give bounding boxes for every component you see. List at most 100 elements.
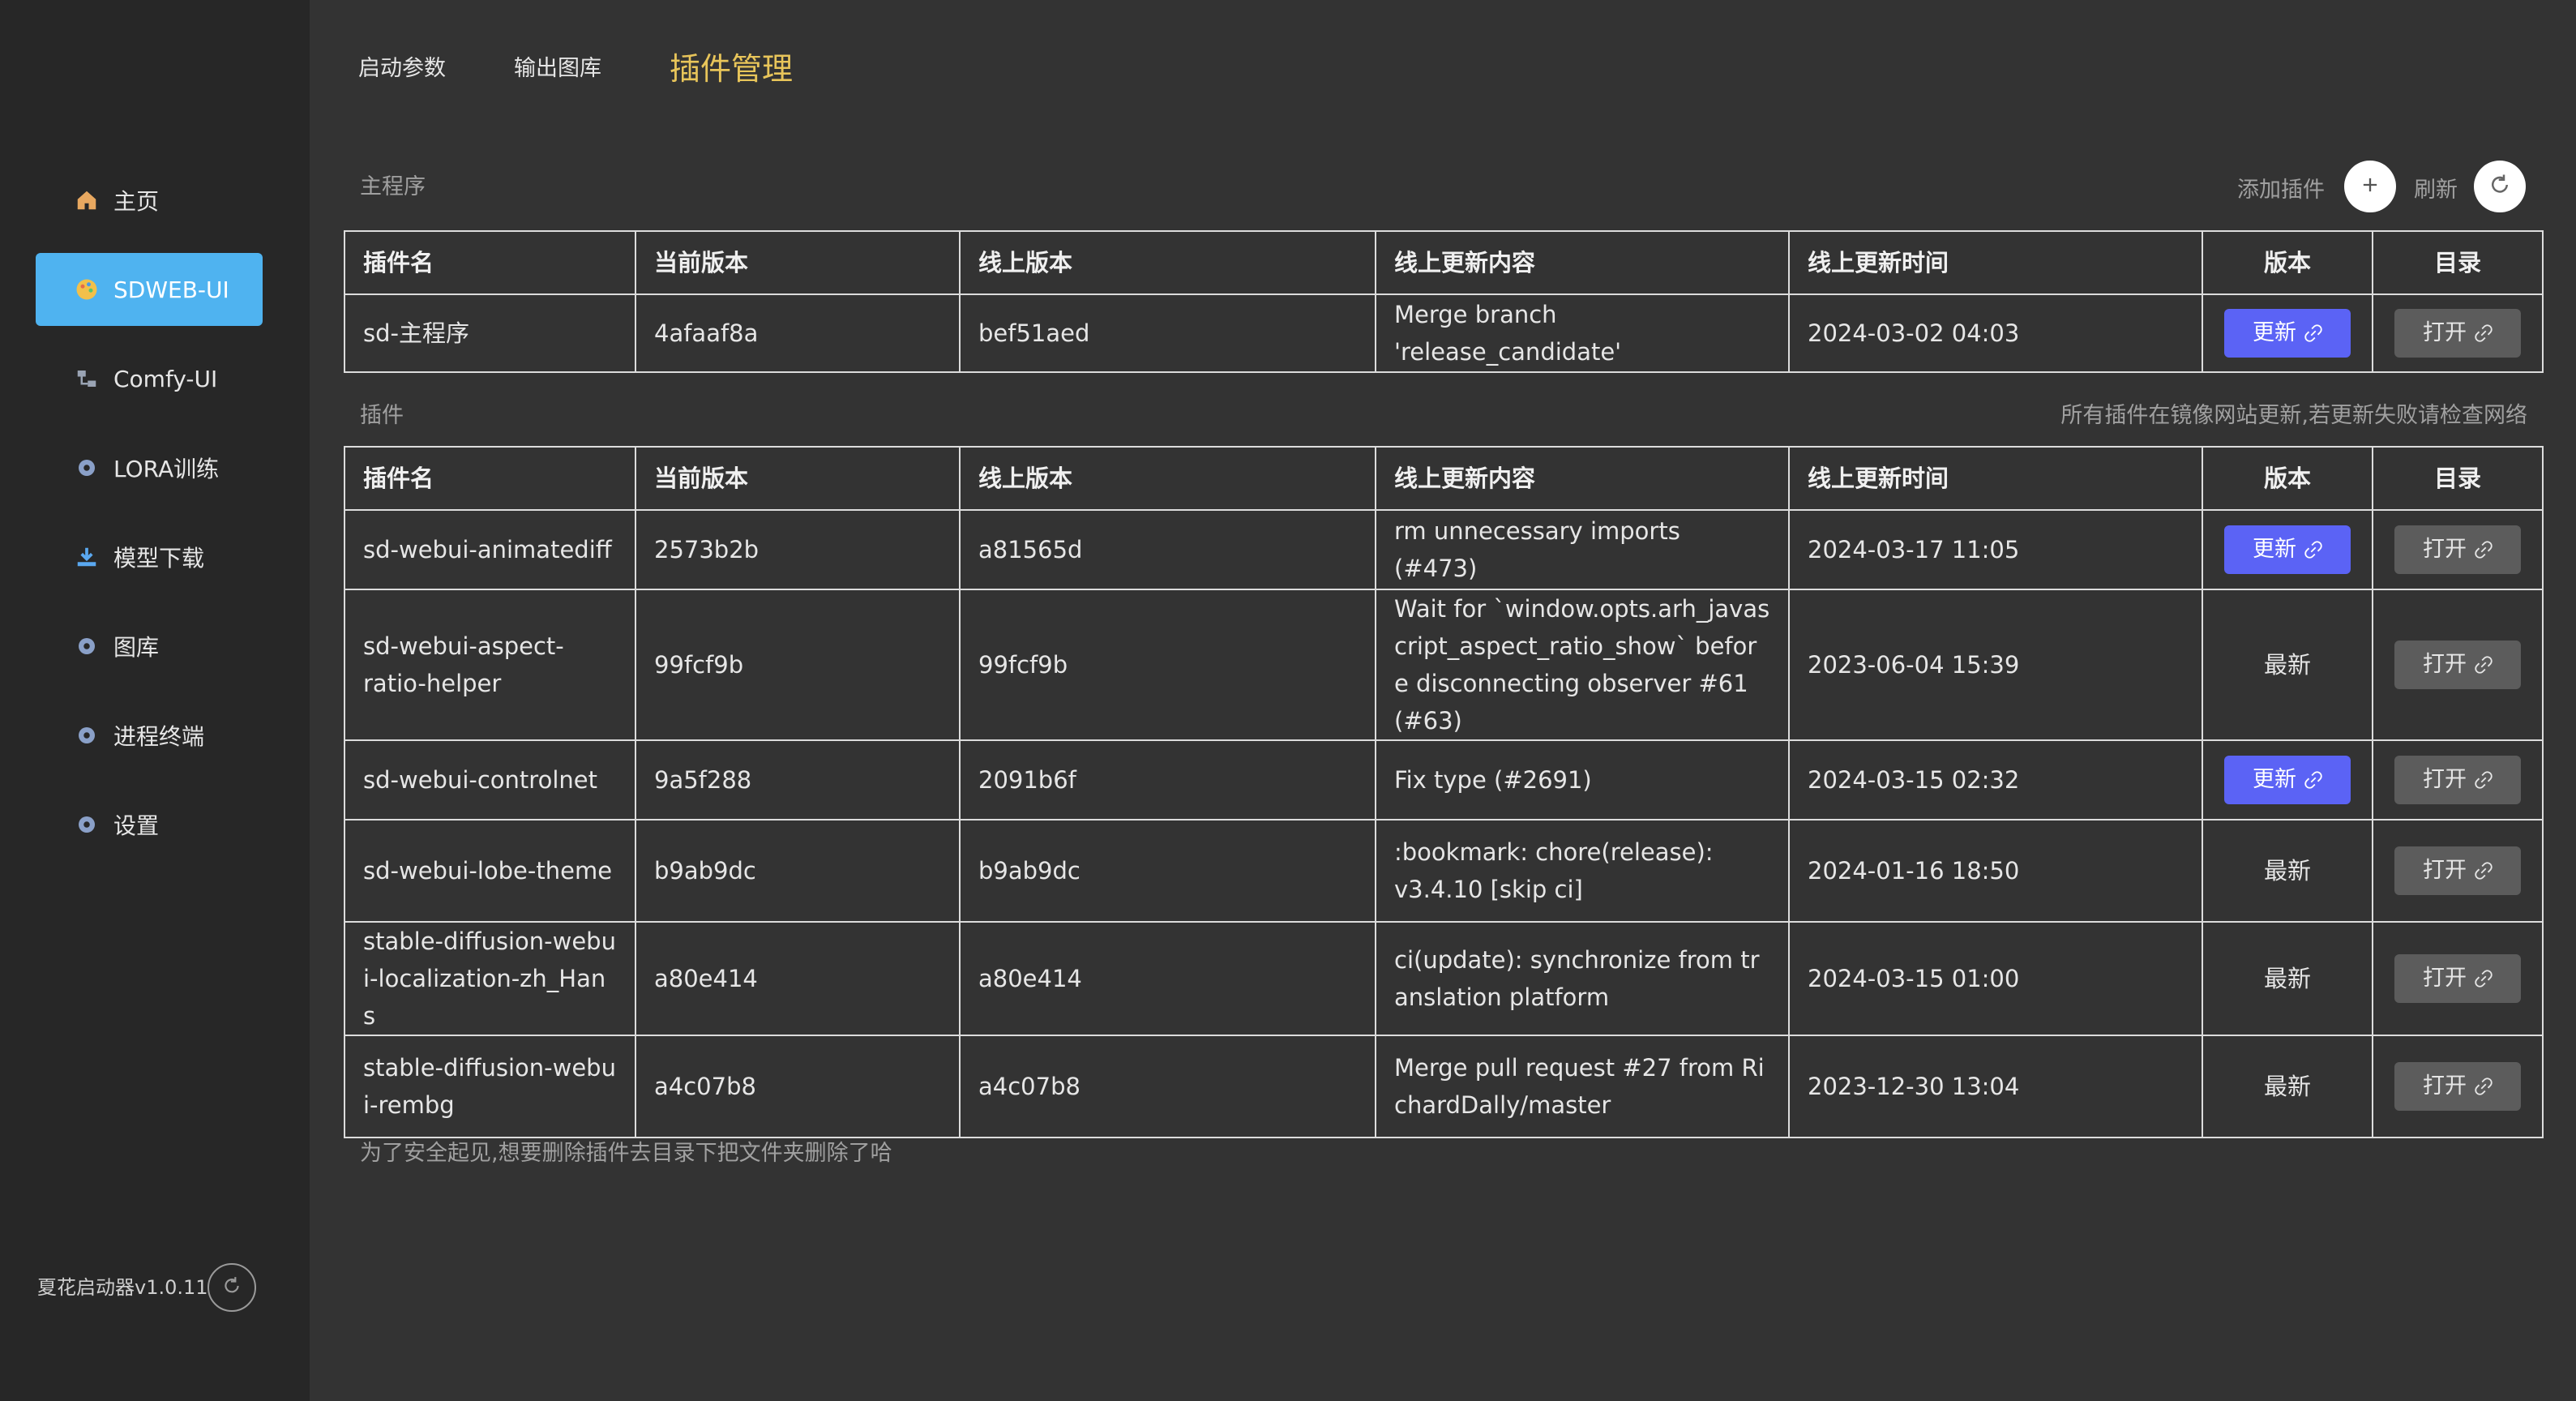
table-row: stable-diffusion-webui-localization-zh_H… [344,921,2544,1036]
link-icon [2304,541,2322,559]
link-icon [2475,656,2493,674]
online-version: a4c07b8 [959,1035,1376,1138]
column-header: 线上更新内容 [1375,230,1790,295]
sidebar-item-terminal[interactable]: 进程终端 [36,699,263,772]
current-version: a80e414 [635,921,961,1036]
palette-icon [73,276,101,303]
update-time: 2024-01-16 18:50 [1788,819,2203,923]
sidebar-item-gallery[interactable]: 图库 [36,610,263,683]
online-version: b9ab9dc [959,819,1376,923]
update-content: Fix type (#2691) [1375,739,1790,820]
update-content: Wait for `window.opts.arh_javascript_asp… [1375,589,1790,741]
sidebar-item-label: 模型下载 [113,545,205,572]
version-cell: 更新 [2202,509,2373,590]
update-button-label: 更新 [2253,320,2296,345]
directory-cell: 打开 [2372,921,2544,1036]
sidebar-item-settings[interactable]: 设置 [36,788,263,861]
sidebar-item-comfy-ui[interactable]: Comfy-UI [36,342,263,415]
link-icon [2475,324,2493,342]
plugin-section-title: 插件 [360,403,404,428]
version-status: 最新 [2202,921,2373,1036]
plugin-name: sd-webui-controlnet [344,739,636,820]
update-content: rm unnecessary imports (#473) [1375,509,1790,590]
update-content: Merge pull request #27 from RichardDally… [1375,1035,1790,1138]
sidebar-item-label: 主页 [113,188,160,215]
main-program-table: 插件名 当前版本 线上版本 线上更新内容 线上更新时间 版本 目录 sd-主程序… [344,230,2544,373]
gear-icon [73,722,101,749]
column-header: 版本 [2202,446,2373,511]
refresh-button[interactable] [2474,161,2526,212]
sidebar-item-label: 图库 [113,634,160,661]
gear-icon [73,632,101,660]
open-button-label: 打开 [2423,537,2467,562]
column-header: 当前版本 [635,230,961,295]
plugin-name: stable-diffusion-webui-localization-zh_H… [344,921,636,1036]
column-header: 当前版本 [635,446,961,511]
update-button[interactable]: 更新 [2224,756,2351,804]
tab-plugin-management[interactable]: 插件管理 [670,44,793,88]
open-button[interactable]: 打开 [2394,1062,2521,1111]
table-row: stable-diffusion-webui-rembg a4c07b8 a4c… [344,1035,2544,1138]
column-header: 插件名 [344,446,636,511]
sidebar-item-home[interactable]: 主页 [36,164,263,237]
add-plugin-label: 添加插件 [2237,178,2325,203]
link-icon [2475,862,2493,880]
plugin-name: sd-webui-lobe-theme [344,819,636,923]
column-header: 线上更新时间 [1788,446,2203,511]
open-button[interactable]: 打开 [2394,309,2521,358]
tab-launch-params[interactable]: 启动参数 [358,50,446,82]
link-icon [2475,541,2493,559]
open-button[interactable]: 打开 [2394,641,2521,689]
current-version: 2573b2b [635,509,961,590]
tab-output-gallery[interactable]: 输出图库 [514,50,601,82]
update-time: 2024-03-15 02:32 [1788,739,2203,820]
delete-plugin-note: 为了安全起见,想要删除插件去目录下把文件夹删除了哈 [360,1141,892,1166]
column-header: 目录 [2372,230,2544,295]
online-version: a80e414 [959,921,1376,1036]
open-button-label: 打开 [2423,320,2467,345]
open-button[interactable]: 打开 [2394,525,2521,574]
table-header-row: 插件名 当前版本 线上版本 线上更新内容 线上更新时间 版本 目录 [344,446,2544,511]
update-time: 2023-06-04 15:39 [1788,589,2203,741]
online-version: 99fcf9b [959,589,1376,741]
update-button[interactable]: 更新 [2224,309,2351,358]
update-time: 2023-12-30 13:04 [1788,1035,2203,1138]
column-header: 线上版本 [959,230,1376,295]
open-button[interactable]: 打开 [2394,954,2521,1003]
link-icon [2475,970,2493,988]
version-cell: 更新 [2202,293,2373,373]
sidebar-item-label: SDWEB-UI [113,276,229,303]
download-icon [73,543,101,571]
plugin-mirror-note: 所有插件在镜像网站更新,若更新失败请检查网络 [2060,403,2527,428]
online-version: a81565d [959,509,1376,590]
plugin-table: 插件名 当前版本 线上版本 线上更新内容 线上更新时间 版本 目录 sd-web… [344,446,2544,1138]
directory-cell: 打开 [2372,819,2544,923]
sidebar-item-label: LORA训练 [113,456,220,482]
sidebar-item-lora[interactable]: LORA训练 [36,431,263,504]
online-version: 2091b6f [959,739,1376,820]
table-row: sd-主程序 4afaaf8a bef51aed Merge branch 'r… [344,293,2544,373]
sidebar: 主页 SDWEB-UI Comfy-UI LORA训练 模型下载 图库 进程终端… [0,0,310,1401]
column-header: 线上版本 [959,446,1376,511]
open-button[interactable]: 打开 [2394,846,2521,895]
table-row: sd-webui-aspect-ratio-helper 99fcf9b 99f… [344,589,2544,741]
table-header-row: 插件名 当前版本 线上版本 线上更新内容 线上更新时间 版本 目录 [344,230,2544,295]
table-row: sd-webui-animatediff 2573b2b a81565d rm … [344,509,2544,590]
sidebar-item-label: 进程终端 [113,723,205,750]
update-button[interactable]: 更新 [2224,525,2351,574]
update-content: ci(update): synchronize from translation… [1375,921,1790,1036]
refresh-icon [221,1275,242,1300]
sidebar-item-sdweb-ui[interactable]: SDWEB-UI [36,253,263,326]
add-plugin-button[interactable] [2344,161,2396,212]
sidebar-item-model-download[interactable]: 模型下载 [36,521,263,593]
column-header: 线上更新内容 [1375,446,1790,511]
update-button-label: 更新 [2253,537,2296,562]
online-version: bef51aed [959,293,1376,373]
version-status: 最新 [2202,589,2373,741]
current-version: 99fcf9b [635,589,961,741]
open-button[interactable]: 打开 [2394,756,2521,804]
table-row: sd-webui-lobe-theme b9ab9dc b9ab9dc :boo… [344,819,2544,923]
update-check-button[interactable] [208,1263,256,1312]
open-button-label: 打开 [2423,858,2467,883]
update-content: Merge branch 'release_candidate' [1375,293,1790,373]
